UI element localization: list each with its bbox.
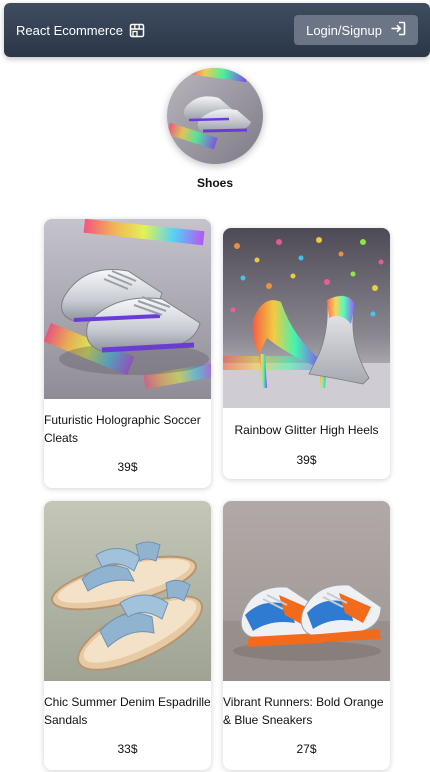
brand-link[interactable]: React Ecommerce xyxy=(16,23,145,38)
store-icon xyxy=(129,23,145,38)
product-image[interactable] xyxy=(44,501,211,681)
login-signup-label: Login/Signup xyxy=(306,22,382,38)
product-image[interactable] xyxy=(223,228,390,408)
login-signup-button[interactable]: Login/Signup xyxy=(294,15,418,45)
product-name[interactable]: Chic Summer Denim Espadrille Sandals xyxy=(44,693,211,729)
navbar: React Ecommerce Login/Signup xyxy=(4,3,430,57)
category-title: Shoes xyxy=(196,176,233,190)
product-name[interactable]: Futuristic Holographic Soccer Cleats xyxy=(44,411,211,447)
brand-label: React Ecommerce xyxy=(16,22,123,38)
product-name[interactable]: Rainbow Glitter High Heels xyxy=(223,421,390,439)
sign-in-icon xyxy=(390,21,406,39)
product-card[interactable]: Futuristic Holographic Soccer Cleats 39$ xyxy=(44,219,211,488)
product-price: 39$ xyxy=(117,460,138,474)
category-thumbnail[interactable] xyxy=(167,68,263,164)
category-header: Shoes xyxy=(0,68,430,190)
product-card[interactable]: Vibrant Runners: Bold Orange & Blue Snea… xyxy=(223,501,390,770)
product-card[interactable]: Rainbow Glitter High Heels 39$ xyxy=(223,228,390,479)
product-image[interactable] xyxy=(44,219,211,399)
product-price: 39$ xyxy=(296,453,317,467)
product-card[interactable]: Chic Summer Denim Espadrille Sandals 33$ xyxy=(44,501,211,770)
product-price: 33$ xyxy=(117,742,138,756)
product-image[interactable] xyxy=(223,501,390,681)
product-name[interactable]: Vibrant Runners: Bold Orange & Blue Snea… xyxy=(223,693,390,729)
product-price: 27$ xyxy=(296,742,317,756)
